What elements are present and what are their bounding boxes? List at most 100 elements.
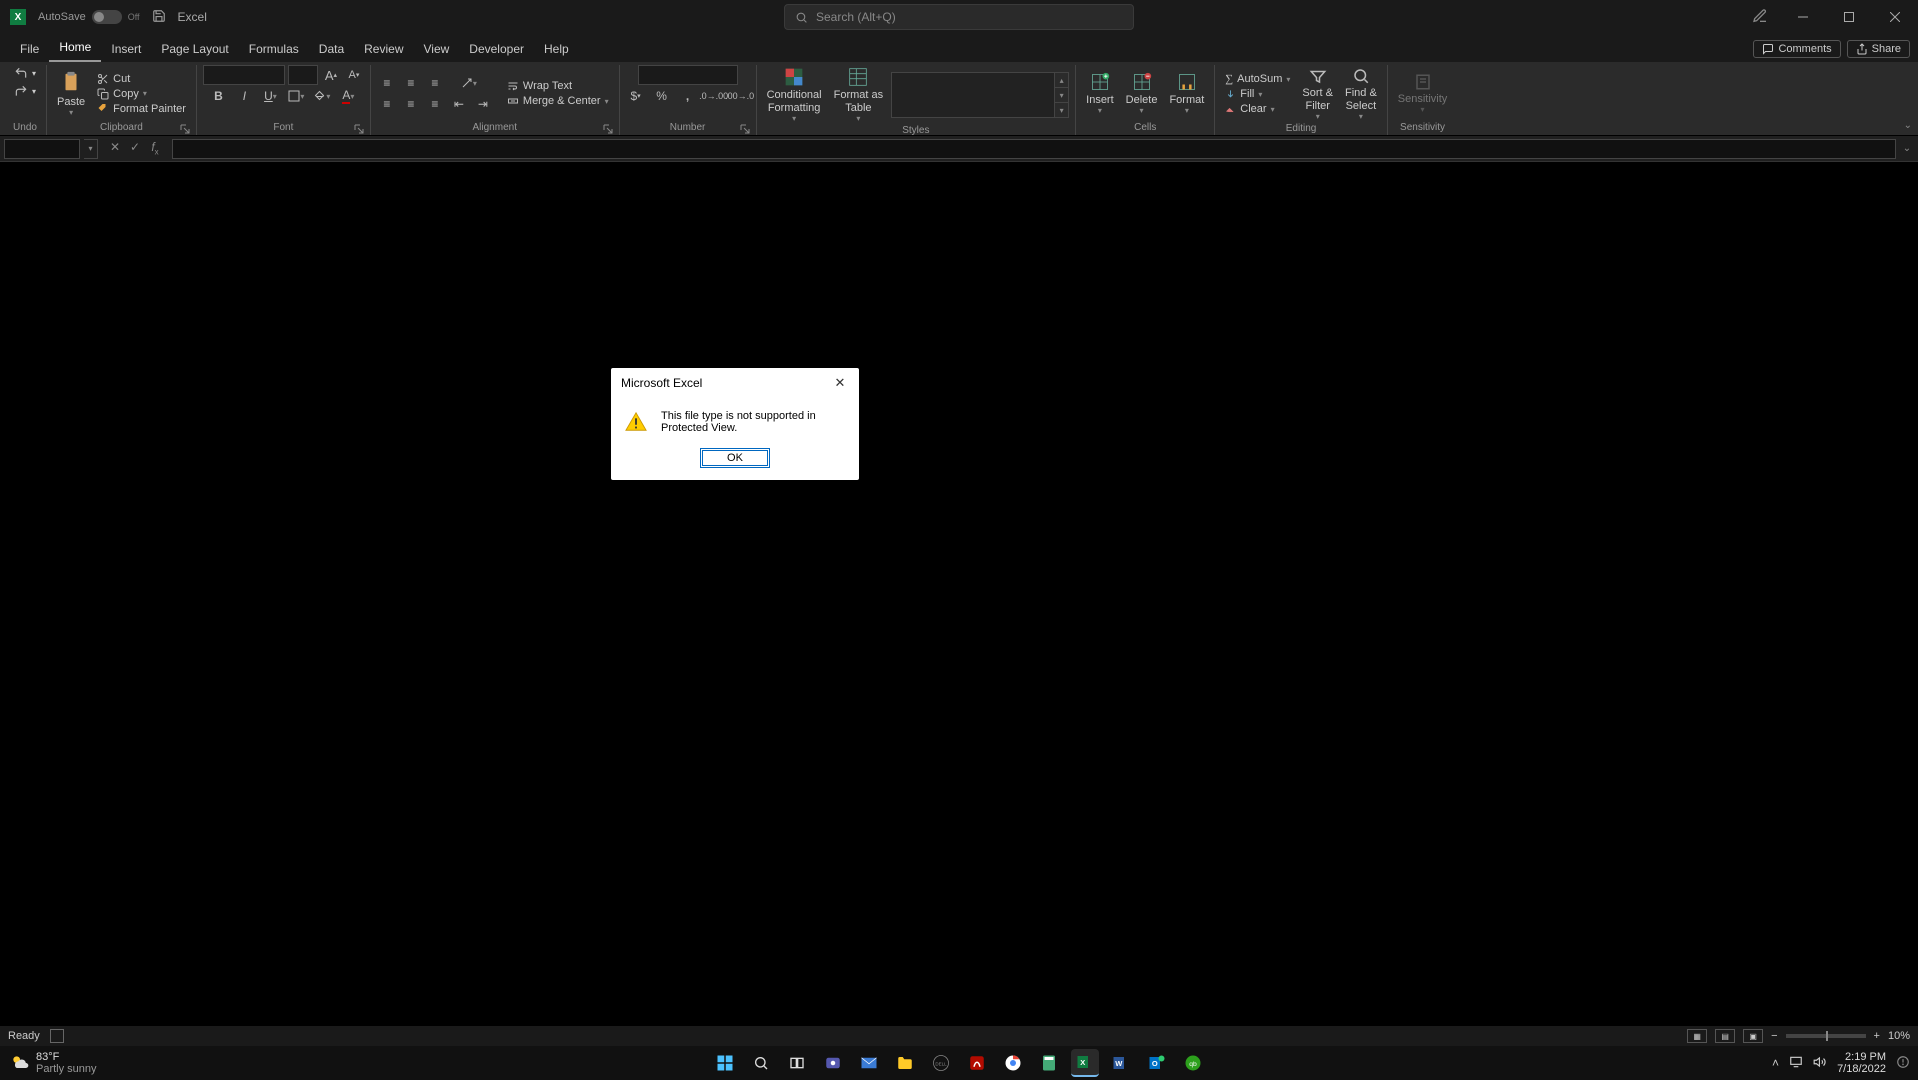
font-name-combo[interactable] (203, 65, 285, 85)
tray-overflow-button[interactable]: ˄ (1772, 1056, 1779, 1070)
tab-review[interactable]: Review (354, 38, 413, 62)
align-bottom-button[interactable]: ≡ (425, 73, 445, 93)
insert-function-button[interactable]: fx (146, 140, 164, 156)
dialog-ok-button[interactable]: OK (700, 448, 770, 468)
increase-decimal-button[interactable]: .0→.00 (704, 86, 724, 106)
share-button[interactable]: Share (1847, 40, 1910, 58)
cell-styles-gallery[interactable] (891, 72, 1055, 118)
underline-button[interactable]: U (260, 86, 280, 106)
copy-button[interactable]: Copy (93, 87, 190, 101)
tray-clock[interactable]: 2:19 PM 7/18/2022 (1837, 1051, 1886, 1075)
taskbar-app-excel[interactable]: X (1071, 1049, 1099, 1077)
autosave-switch-icon[interactable] (92, 10, 122, 24)
paste-button[interactable]: Paste (53, 68, 89, 120)
tray-notifications-icon[interactable] (1896, 1055, 1910, 1072)
editing-mode-icon[interactable] (1752, 8, 1768, 27)
page-break-view-button[interactable]: ▣ (1743, 1029, 1763, 1043)
formula-input[interactable] (172, 139, 1896, 159)
wrap-text-button[interactable]: Wrap Text (503, 79, 613, 93)
enter-formula-button[interactable]: ✓ (126, 140, 144, 156)
taskbar-app-mail[interactable] (855, 1049, 883, 1077)
find-select-button[interactable]: Find & Select (1341, 65, 1381, 123)
tab-help[interactable]: Help (534, 38, 579, 62)
clear-button[interactable]: Clear (1221, 102, 1294, 116)
align-top-button[interactable]: ≡ (377, 73, 397, 93)
format-cells-button[interactable]: Format (1165, 70, 1208, 118)
decrease-font-button[interactable]: A▾ (344, 65, 364, 85)
task-view-button[interactable] (783, 1049, 811, 1077)
save-icon[interactable] (152, 9, 166, 26)
alignment-launcher-icon[interactable] (603, 124, 613, 134)
increase-font-button[interactable]: A▴ (321, 65, 341, 85)
taskbar-app-word[interactable]: W (1107, 1049, 1135, 1077)
conditional-formatting-button[interactable]: Conditional Formatting (763, 65, 826, 125)
taskbar-app-calculator[interactable] (1035, 1049, 1063, 1077)
decrease-indent-button[interactable]: ⇤ (449, 94, 469, 114)
font-size-combo[interactable] (288, 65, 318, 85)
format-as-table-button[interactable]: Format as Table (830, 65, 888, 125)
expand-formula-bar-button[interactable]: ⌄ (1900, 143, 1914, 154)
tab-file[interactable]: File (10, 38, 49, 62)
dialog-close-button[interactable]: ✕ (831, 374, 849, 392)
search-box[interactable]: Search (Alt+Q) (784, 4, 1134, 30)
number-format-combo[interactable] (638, 65, 738, 85)
name-box[interactable] (4, 139, 80, 159)
zoom-out-button[interactable]: − (1771, 1030, 1777, 1042)
taskbar-app-outlook[interactable]: O (1143, 1049, 1171, 1077)
clipboard-launcher-icon[interactable] (180, 124, 190, 134)
cut-button[interactable]: Cut (93, 72, 190, 86)
page-layout-view-button[interactable]: ▤ (1715, 1029, 1735, 1043)
minimize-button[interactable] (1780, 0, 1826, 34)
normal-view-button[interactable]: ▦ (1687, 1029, 1707, 1043)
close-button[interactable] (1872, 0, 1918, 34)
name-box-dropdown[interactable]: ▾ (84, 139, 98, 159)
number-launcher-icon[interactable] (740, 124, 750, 134)
tab-data[interactable]: Data (309, 38, 354, 62)
tab-page-layout[interactable]: Page Layout (151, 38, 238, 62)
autosave-toggle[interactable]: AutoSave Off (38, 10, 140, 24)
taskbar-app-teams[interactable] (819, 1049, 847, 1077)
insert-cells-button[interactable]: Insert (1082, 70, 1118, 118)
taskbar-app-chrome[interactable] (999, 1049, 1027, 1077)
maximize-button[interactable] (1826, 0, 1872, 34)
cancel-formula-button[interactable]: ✕ (106, 140, 124, 156)
worksheet-area[interactable] (0, 162, 1918, 1046)
redo-button[interactable]: ▾ (10, 83, 40, 99)
gallery-scroll[interactable]: ▴▾▾ (1055, 72, 1069, 118)
align-center-button[interactable]: ≡ (401, 94, 421, 114)
decrease-decimal-button[interactable]: .00→.0 (730, 86, 750, 106)
fill-color-button[interactable] (312, 86, 332, 106)
tab-view[interactable]: View (414, 38, 460, 62)
align-right-button[interactable]: ≡ (425, 94, 445, 114)
font-color-button[interactable]: A (338, 86, 358, 106)
taskbar-app-dell[interactable]: DELL (927, 1049, 955, 1077)
taskbar-app-explorer[interactable] (891, 1049, 919, 1077)
zoom-slider[interactable] (1786, 1034, 1866, 1038)
sort-filter-button[interactable]: Sort & Filter (1298, 65, 1337, 123)
zoom-in-button[interactable]: + (1874, 1030, 1880, 1042)
tab-insert[interactable]: Insert (101, 38, 151, 62)
comma-button[interactable]: , (678, 86, 698, 106)
macro-record-icon[interactable] (50, 1029, 64, 1043)
taskbar-app-quickbooks[interactable]: qb (1179, 1049, 1207, 1077)
increase-indent-button[interactable]: ⇥ (473, 94, 493, 114)
autosum-button[interactable]: ∑AutoSum (1221, 72, 1294, 86)
tray-volume-icon[interactable] (1813, 1055, 1827, 1072)
undo-button[interactable]: ▾ (10, 65, 40, 81)
bold-button[interactable]: B (208, 86, 228, 106)
taskbar-search-button[interactable] (747, 1049, 775, 1077)
accounting-format-button[interactable]: $▾ (626, 86, 646, 106)
percent-button[interactable]: % (652, 86, 672, 106)
orientation-button[interactable] (459, 73, 479, 93)
format-painter-button[interactable]: Format Painter (93, 102, 190, 116)
align-left-button[interactable]: ≡ (377, 94, 397, 114)
start-button[interactable] (711, 1049, 739, 1077)
taskbar-app-acrobat[interactable] (963, 1049, 991, 1077)
comments-button[interactable]: Comments (1753, 40, 1840, 58)
zoom-level[interactable]: 10% (1888, 1030, 1910, 1042)
fill-button[interactable]: Fill (1221, 87, 1294, 101)
delete-cells-button[interactable]: Delete (1122, 70, 1162, 118)
taskbar-weather[interactable]: 83°F Partly sunny (10, 1051, 97, 1075)
tray-network-icon[interactable] (1789, 1055, 1803, 1072)
tab-home[interactable]: Home (49, 36, 101, 62)
